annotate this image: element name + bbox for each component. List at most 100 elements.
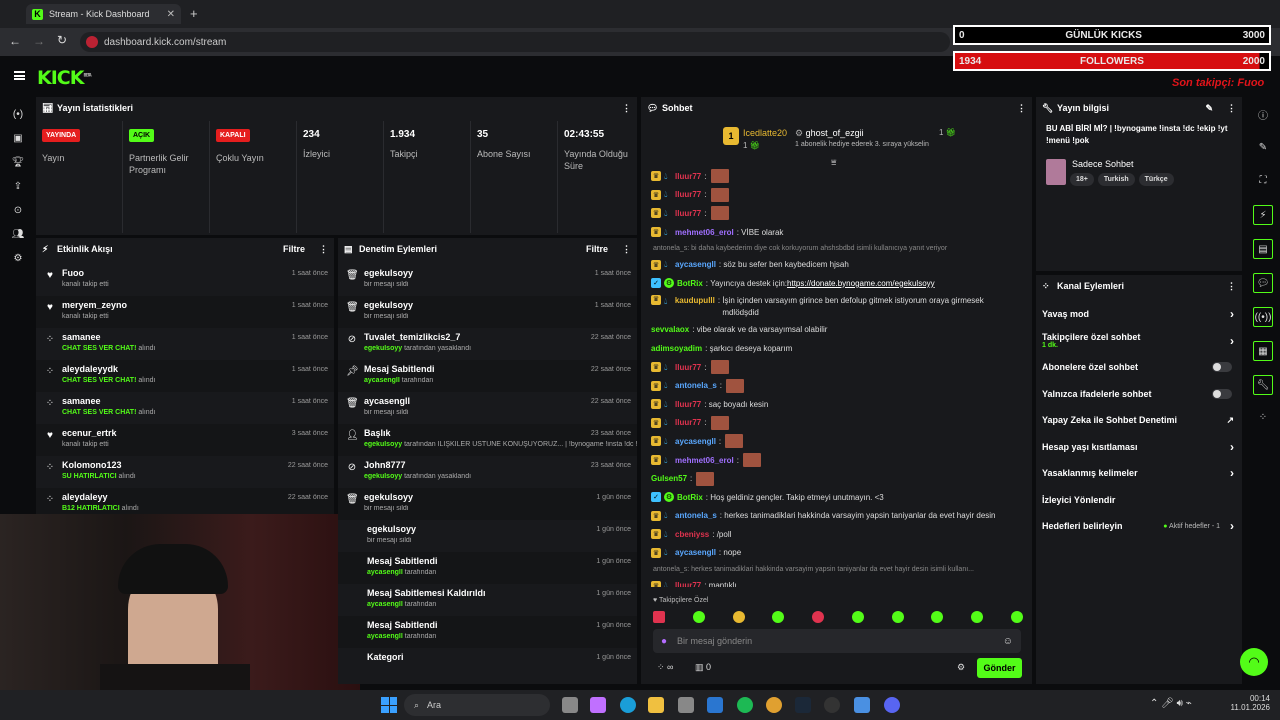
chat-message[interactable]: ♛ 💧︎ lluur77:: [641, 358, 1032, 377]
emote[interactable]: [971, 611, 984, 623]
chat-message[interactable]: Gulsen57:: [641, 469, 1032, 488]
clock[interactable]: 00:14 11.01.2026: [1231, 694, 1270, 712]
moderation-item[interactable]: Mesaj Sabitlendi aycasengll tarafından 1 g…: [338, 616, 637, 648]
kick-logo[interactable]: KICKBETA: [37, 67, 92, 89]
url-field[interactable]: dashboard.kick.com/stream: [80, 32, 950, 52]
activity-item[interactable]: ⁘ Kolomono123 SU HATIRLATICI alındı 22 saat…: [36, 456, 334, 488]
reload-icon[interactable]: ↻: [57, 33, 67, 47]
chat-username[interactable]: lluur77: [675, 190, 701, 199]
activity-item[interactable]: ⁘ samanee CHAT SES VER CHAT! alındı 1 saat …: [36, 328, 334, 360]
discord-app-icon[interactable]: [884, 697, 900, 713]
tag[interactable]: Turkish: [1097, 173, 1135, 186]
app-icon[interactable]: [678, 697, 694, 713]
chat-username[interactable]: mehmet06_erol: [675, 228, 734, 237]
layout-icon[interactable]: ▦: [1253, 341, 1273, 361]
chat-message[interactable]: ♛ 💧︎ aycasengll:: [641, 432, 1032, 451]
chat-message[interactable]: ♛ 💧︎ antonela_s: herkes tanimadiklari hakk…: [641, 507, 1032, 526]
moderation-item[interactable]: egekulsoyy bir mesajı sildi 1 gün önce: [338, 520, 637, 552]
chat-username[interactable]: aycasengll: [675, 437, 716, 446]
chat-username[interactable]: sevvalaox: [651, 325, 689, 334]
chrome-app-icon[interactable]: [766, 697, 782, 713]
activity-filter-button[interactable]: Filtre: [283, 244, 305, 254]
channel-action-row[interactable]: Abonelere özel sohbet: [1036, 354, 1242, 381]
forward-icon[interactable]: →: [33, 34, 45, 48]
external-link-icon[interactable]: ↗: [1226, 415, 1234, 426]
activity-item[interactable]: ♥ ecenur_ertrk kanalı takip etti 3 saat önc…: [36, 424, 334, 456]
more-options-icon[interactable]: ⋮: [1227, 281, 1236, 292]
site-info-icon[interactable]: [86, 36, 98, 48]
chat-username[interactable]: lluur77: [675, 581, 701, 587]
edge-app-icon[interactable]: [620, 697, 636, 713]
stream-icon[interactable]: (•): [10, 106, 26, 122]
emote[interactable]: [653, 611, 665, 623]
chat-message[interactable]: ♛ 💧︎ lluur77:: [641, 186, 1032, 205]
dashboard-icon[interactable]: ▣: [10, 130, 26, 146]
emote[interactable]: [772, 611, 785, 623]
top-gifter-2[interactable]: ⚙︎ ghost_of_ezgii: [795, 128, 864, 139]
chat-message[interactable]: ♛ 💧︎ mehmet06_erol: VİBE olarak: [641, 223, 1032, 242]
chat-username[interactable]: mehmet06_erol: [675, 456, 734, 465]
chat-message[interactable]: ♛ 💧︎ lluur77:: [641, 414, 1032, 433]
app-icon[interactable]: [854, 697, 870, 713]
chat-message[interactable]: ♛ 💧︎ cbeniyss: /poll: [641, 525, 1032, 544]
chevron-right-icon[interactable]: ›: [1230, 334, 1234, 348]
channel-action-row[interactable]: Takipçilere özel sohbet 1 dk. ›: [1036, 328, 1242, 355]
menu-icon[interactable]: [14, 71, 25, 80]
back-icon[interactable]: ←: [9, 34, 21, 48]
chat-message[interactable]: ♛ 💧︎ mehmet06_erol:: [641, 451, 1032, 470]
chevron-right-icon[interactable]: ›: [1230, 466, 1234, 480]
more-options-icon[interactable]: ⋮: [622, 244, 631, 255]
moderation-item[interactable]: 📌︎ Mesaj Sabitlendi aycasengll tarafından 2…: [338, 360, 637, 392]
chat-username[interactable]: antonela_s: [675, 511, 717, 520]
bolt-icon[interactable]: ⚡︎: [1253, 205, 1273, 225]
chat-username[interactable]: BotRix: [677, 493, 703, 502]
chat-message[interactable]: ♛ 💧︎ lluur77: mantıklı: [641, 576, 1032, 587]
chat-message[interactable]: ♛ 💧︎ antonela_s:: [641, 376, 1032, 395]
chat-message[interactable]: ♛ 💧︎ lluur77: saç boyadı kesin: [641, 395, 1032, 414]
chat-input[interactable]: ● Bir mesaj gönderin ☺: [653, 629, 1021, 653]
moderation-item[interactable]: 🗑︎ egekulsoyy bir mesajı sildi 1 saat önce: [338, 296, 637, 328]
moderation-item[interactable]: 🗑︎ egekulsoyy bir mesajı sildi 1 saat önce: [338, 264, 637, 296]
viewer-icon[interactable]: ⁘ ∞: [657, 662, 673, 673]
activity-item[interactable]: ⁘ samanee CHAT SES VER CHAT! alındı 1 saat …: [36, 392, 334, 424]
chat-username[interactable]: aycasengll: [675, 260, 716, 269]
kicks-rail-icon[interactable]: ⁘: [1255, 409, 1271, 425]
emoji-icon[interactable]: ☺: [1003, 636, 1013, 647]
edit-icon[interactable]: ✎: [1255, 139, 1271, 155]
moderation-item[interactable]: Kategori 1 gün önce: [338, 648, 637, 680]
channel-action-row[interactable]: Hedefleri belirleyin ● Aktif hedefler - 1…: [1036, 513, 1242, 540]
system-tray-icons[interactable]: ⌃ 🎤︎ 🔊︎ ⌁: [1150, 698, 1192, 709]
chat-username[interactable]: lluur77: [675, 209, 701, 218]
moderation-item[interactable]: Mesaj Sabitlemesi Kaldırıldı aycasengll t…: [338, 584, 637, 616]
info-icon[interactable]: ⓘ: [1255, 106, 1271, 122]
chat-message[interactable]: ♛ 💧︎ lluur77:: [641, 167, 1032, 186]
chat-username[interactable]: adimsoyadim: [651, 344, 702, 353]
spotify-app-icon[interactable]: [737, 697, 753, 713]
chat-message[interactable]: ♛ 💧︎ aycasengll: nope: [641, 544, 1032, 563]
mail-app-icon[interactable]: [707, 697, 723, 713]
toggle-switch[interactable]: [1212, 362, 1232, 373]
emote[interactable]: [732, 611, 745, 623]
moderation-item[interactable]: Mesaj Sabitlendi aycasengll tarafından 1 g…: [338, 552, 637, 584]
moderation-item[interactable]: ⊘ John8777 egekulsoyy tarafından yasakland…: [338, 456, 637, 488]
chat-username[interactable]: aycasengll: [675, 548, 716, 557]
chat-settings-icon[interactable]: ⚙: [957, 662, 965, 673]
trophy-icon[interactable]: 🏆︎: [10, 154, 26, 170]
browser-tab[interactable]: K Stream - Kick Dashboard ✕: [26, 4, 181, 24]
chat-message[interactable]: ✓ ⚙ BotRix: Yayıncıya destek için: https:/…: [641, 274, 1032, 293]
tag[interactable]: Türkçe: [1138, 173, 1174, 186]
chat-message[interactable]: adimsoyadim: şarkıcı deseya koparım: [641, 339, 1032, 358]
channel-action-row[interactable]: Yasaklanmış kelimeler ›: [1036, 460, 1242, 487]
more-options-icon[interactable]: ⋮: [622, 103, 631, 114]
moderation-filter-button[interactable]: Filtre: [586, 244, 608, 254]
notes-icon[interactable]: ▤: [1253, 239, 1273, 259]
more-options-icon[interactable]: ⋮: [1227, 103, 1236, 114]
chevron-right-icon[interactable]: ›: [1230, 440, 1234, 454]
chevron-right-icon[interactable]: ›: [1230, 307, 1234, 321]
chat-message[interactable]: ✓ ⚙ BotRix: Hoş geldiniz gençler. Takip et…: [641, 488, 1032, 507]
toggle-switch[interactable]: [1212, 388, 1232, 399]
chat-icon[interactable]: 💬︎: [1253, 273, 1273, 293]
taskbar-search[interactable]: ⌕ Ara: [404, 694, 550, 716]
activity-item[interactable]: ⁘ aleydaleyydk CHAT SES VER CHAT! alındı 1 …: [36, 360, 334, 392]
moderation-item[interactable]: 🗑︎ egekulsoyy bir mesajı sildi 1 gün önce: [338, 488, 637, 520]
